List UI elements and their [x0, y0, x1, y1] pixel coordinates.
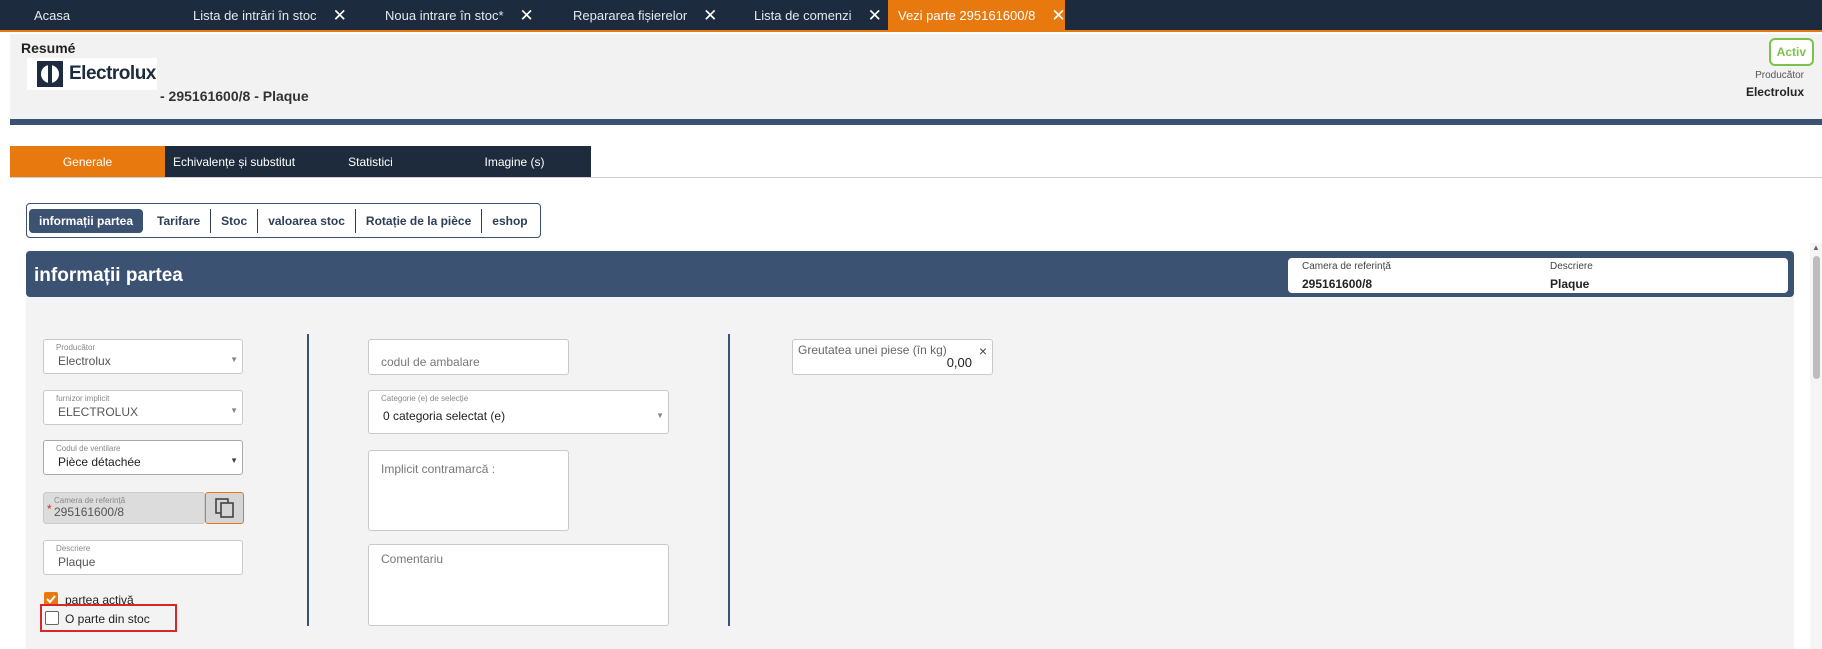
producer-select[interactable]: Producător Electrolux ▼ [43, 339, 243, 374]
producer-label: Producător [1755, 70, 1804, 81]
column-divider [728, 334, 730, 626]
logo-text: Electrolux [69, 63, 156, 84]
comment-placeholder: Comentariu [381, 552, 444, 566]
category-value: 0 categoria selectat (e) [383, 409, 506, 423]
summary-header: Resumé Electrolux - 295161600/8 - Plaque… [10, 34, 1822, 122]
electrolux-logo-icon [37, 61, 63, 87]
ref-value: 295161600/8 [1302, 277, 1373, 291]
description-field-label: Descriere [56, 544, 91, 553]
supplier-field-value: ELECTROLUX [58, 405, 139, 419]
tab-statistics[interactable]: Statistici [303, 146, 438, 178]
reference-field-label: Camera de referință [54, 496, 126, 505]
subtab-eshop[interactable]: eshop [482, 209, 537, 233]
sub-tabs: informații partea Tarifare Stoc valoarea… [26, 203, 541, 238]
chevron-down-icon: ▼ [230, 355, 238, 364]
accent-line [0, 30, 1822, 32]
subtab-stock-value[interactable]: valoarea stoc [258, 208, 356, 233]
tab-orders-label: Lista de comenzi [754, 7, 852, 23]
packaging-placeholder: codul de ambalare [381, 355, 480, 369]
reference-field: * Camera de referință 295161600/8 [43, 492, 205, 524]
copy-button[interactable] [205, 492, 244, 524]
vent-field-value: Pièce détachée [58, 455, 141, 469]
close-icon[interactable]: ✕ [520, 7, 534, 24]
tab-stock-entries-label: Lista de intrări în stoc [193, 7, 317, 23]
subtab-pricing[interactable]: Tarifare [147, 208, 212, 233]
part-title: - 295161600/8 - Plaque [160, 88, 309, 104]
tab-file-repair[interactable]: Repararea fișierelor ✕ [573, 0, 717, 30]
countermark-placeholder: Implicit contramarcă : [381, 462, 496, 476]
tab-new-entry-label: Noua intrare în stoc* [385, 7, 504, 23]
status-badge: Activ [1768, 38, 1814, 66]
desc-label: Descriere [1550, 261, 1593, 272]
tab-stock-entries[interactable]: Lista de intrări în stoc ✕ [193, 0, 347, 30]
packaging-code-input[interactable]: codul de ambalare [368, 339, 569, 375]
ref-label: Camera de referință [1302, 261, 1391, 272]
stock-part-label[interactable]: O parte din stoc [65, 612, 150, 626]
countermark-textarea[interactable]: Implicit contramarcă : [368, 450, 569, 531]
supplier-select[interactable]: furnizor implicit ELECTROLUX ▼ [43, 390, 243, 425]
reference-field-value: 295161600/8 [54, 505, 125, 519]
comment-textarea[interactable]: Comentariu [368, 544, 669, 626]
tab-images[interactable]: Imagine (s) [438, 146, 591, 178]
scrollbar-thumb[interactable] [1813, 256, 1820, 379]
summary-divider [10, 119, 1822, 125]
category-label: Categorie (e) de selecție [381, 394, 469, 403]
top-tab-bar: Acasa Lista de intrări în stoc ✕ Noua int… [0, 0, 1822, 30]
scrollbar[interactable]: ▲ [1810, 243, 1822, 649]
tab-new-entry[interactable]: Noua intrare în stoc* ✕ [385, 0, 534, 30]
tab-generale[interactable]: Generale [10, 146, 165, 178]
scroll-up-icon[interactable]: ▲ [1812, 243, 1820, 252]
description-field[interactable]: Descriere Plaque [43, 540, 243, 575]
tabs-underline [10, 177, 1822, 178]
chevron-down-icon: ▼ [230, 456, 238, 465]
desc-value: Plaque [1550, 277, 1590, 291]
vent-code-select[interactable]: Codul de ventilare Pièce détachée ▼ [43, 440, 243, 475]
manufacturer-logo: Electrolux [27, 58, 157, 90]
clear-icon[interactable]: × [979, 343, 987, 359]
required-mark: * [47, 502, 52, 516]
close-icon[interactable]: ✕ [868, 7, 882, 24]
tab-view-part-label: Vezi parte 295161600/8 [898, 7, 1036, 23]
part-info-panel: informații partea Camera de referință 29… [26, 251, 1794, 649]
producer-value: Electrolux [1745, 85, 1804, 99]
chevron-down-icon: ▼ [656, 411, 664, 420]
summary-title: Resumé [21, 40, 76, 56]
tab-orders[interactable]: Lista de comenzi ✕ [754, 0, 882, 30]
reference-summary-box: Camera de referință 295161600/8 Descrier… [1288, 258, 1788, 293]
tab-equivalents[interactable]: Echivalențe și substitut [165, 146, 303, 178]
producer-field-value: Electrolux [58, 354, 111, 368]
subtab-stock[interactable]: Stoc [211, 208, 259, 233]
checkbox-icon[interactable] [45, 611, 59, 625]
tab-view-part[interactable]: Vezi parte 295161600/8 ✕ [888, 0, 1066, 30]
close-icon[interactable]: ✕ [1051, 7, 1065, 24]
column-divider [307, 334, 309, 626]
weight-value: 0,00 [946, 355, 972, 370]
vent-field-label: Codul de ventilare [56, 444, 121, 453]
main-tabs: Generale Echivalențe și substitut Statis… [10, 146, 591, 178]
close-icon[interactable]: ✕ [333, 7, 347, 24]
weight-input[interactable]: Greutatea unei piese (în kg) 0,00 × [792, 339, 993, 375]
tab-home-label: Acasa [34, 7, 71, 23]
category-select[interactable]: Categorie (e) de selecție 0 categoria se… [368, 390, 669, 434]
producer-field-label: Producător [56, 343, 96, 352]
description-field-value: Plaque [58, 555, 96, 569]
panel-title: informații partea [34, 265, 183, 286]
chevron-down-icon: ▼ [230, 406, 238, 415]
copy-icon [214, 498, 234, 518]
weight-label: Greutatea unei piese (în kg) [798, 343, 947, 357]
tab-home[interactable]: Acasa [34, 0, 70, 30]
subtab-part-info[interactable]: informații partea [29, 208, 144, 233]
close-icon[interactable]: ✕ [703, 7, 717, 24]
tab-file-repair-label: Repararea fișierelor [573, 7, 688, 23]
subtab-rotation[interactable]: Rotație de la pièce [356, 208, 483, 233]
panel-header: informații partea Camera de referință 29… [26, 251, 1794, 297]
supplier-field-label: furnizor implicit [56, 394, 110, 403]
